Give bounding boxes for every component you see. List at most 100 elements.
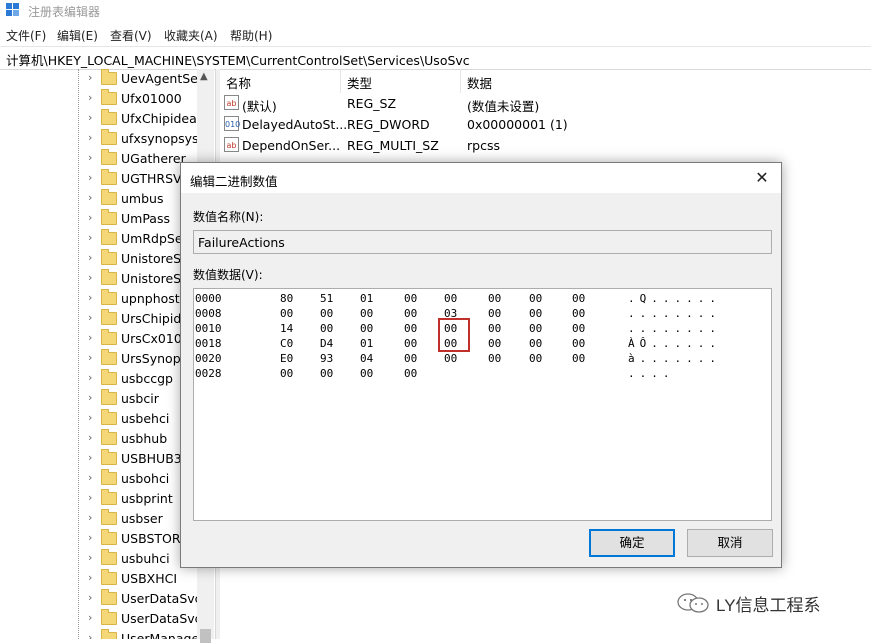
hex-ascii[interactable]: à....... [628,352,721,365]
hex-byte[interactable]: E0 [280,352,293,365]
address-bar[interactable]: 计算机\HKEY_LOCAL_MACHINE\SYSTEM\CurrentCon… [0,46,871,70]
hex-ascii[interactable]: .Q...... [628,292,721,305]
hex-editor[interactable]: 0000 80 51 01 00 00 00 00 00 .Q...... 0008 00 00 00 00… [193,288,772,521]
expand-arrow-icon[interactable]: › [88,391,92,404]
hex-byte[interactable]: 00 [444,292,457,305]
expand-arrow-icon[interactable]: › [88,351,92,364]
value-row[interactable]: ab DependOnSer... REG_MULTI_SZ rpcss [220,135,871,156]
expand-arrow-icon[interactable]: › [88,111,92,124]
hex-row[interactable]: 0000 80 51 01 00 00 00 00 00 .Q...... [194,292,771,307]
hex-byte[interactable]: 00 [529,352,542,365]
hex-byte[interactable]: 00 [280,367,293,380]
tree-item[interactable]: › UserManage [0,629,214,639]
hex-byte[interactable]: 01 [360,292,373,305]
expand-arrow-icon[interactable]: › [88,631,92,639]
expand-arrow-icon[interactable]: › [88,71,92,84]
expand-arrow-icon[interactable]: › [88,551,92,564]
hex-row[interactable]: 0010 14 00 00 00 00 00 00 00........ [194,322,771,337]
expand-arrow-icon[interactable]: › [88,131,92,144]
hex-byte[interactable]: C0 [280,337,293,350]
hex-byte[interactable]: 01 [360,337,373,350]
expand-arrow-icon[interactable]: › [88,571,92,584]
expand-arrow-icon[interactable]: › [88,371,92,384]
column-header-data[interactable]: 数据 [461,69,761,93]
value-row[interactable]: ab (默认) REG_SZ (数值未设置) [220,93,871,114]
expand-arrow-icon[interactable]: › [88,231,92,244]
menu-file[interactable]: 文件(F) [6,27,46,44]
hex-ascii[interactable]: .... [628,367,675,380]
hex-byte[interactable]: 00 [488,337,501,350]
hex-byte[interactable]: 00 [404,292,417,305]
expand-arrow-icon[interactable]: › [88,411,92,424]
hex-byte[interactable]: 93 [320,352,333,365]
hex-byte[interactable]: 00 [404,367,417,380]
hex-byte[interactable]: 00 [404,307,417,320]
expand-arrow-icon[interactable]: › [88,91,92,104]
hex-byte[interactable]: 00 [320,307,333,320]
menu-view[interactable]: 查看(V) [110,27,152,44]
hex-byte[interactable]: 00 [572,337,585,350]
tree-item[interactable]: › Ufx01000 [0,89,214,109]
expand-arrow-icon[interactable]: › [88,331,92,344]
value-row[interactable]: 010 DelayedAutoSt... REG_DWORD 0x00000001 (… [220,114,871,135]
tree-item[interactable]: › UevAgentSer [0,69,214,89]
hex-byte[interactable]: 00 [572,322,585,335]
cancel-button[interactable]: 取消 [687,529,773,557]
hex-ascii[interactable]: ........ [628,322,721,335]
scroll-up-icon[interactable]: ▲ [200,71,208,82]
hex-row[interactable]: 0020 E0 93 04 00 00 00 00 00 à....... [194,352,771,367]
column-header-name[interactable]: 名称 [220,69,341,93]
hex-byte[interactable]: 00 [488,292,501,305]
hex-ascii[interactable]: ÀÔ...... [628,337,721,350]
hex-byte[interactable]: 00 [529,292,542,305]
expand-arrow-icon[interactable]: › [88,431,92,444]
hex-row[interactable]: 0028 00 00 00 00.... [194,367,771,382]
hex-byte[interactable]: 00 [320,367,333,380]
hex-byte[interactable]: 04 [360,352,373,365]
hex-byte[interactable]: D4 [320,337,333,350]
expand-arrow-icon[interactable]: › [88,251,92,264]
expand-arrow-icon[interactable]: › [88,531,92,544]
hex-byte[interactable]: 00 [572,352,585,365]
hex-byte[interactable]: 00 [280,307,293,320]
tree-item[interactable]: › UserDataSvc [0,589,214,609]
hex-byte[interactable]: 00 [404,322,417,335]
hex-byte[interactable]: 00 [360,307,373,320]
expand-arrow-icon[interactable]: › [88,211,92,224]
menu-help[interactable]: 帮助(H) [230,27,272,44]
expand-arrow-icon[interactable]: › [88,491,92,504]
hex-byte[interactable]: 00 [529,307,542,320]
hex-byte[interactable]: 00 [320,322,333,335]
close-icon[interactable]: ✕ [751,167,773,189]
hex-byte[interactable]: 00 [444,352,457,365]
expand-arrow-icon[interactable]: › [88,271,92,284]
hex-ascii[interactable]: ........ [628,307,721,320]
expand-arrow-icon[interactable]: › [88,171,92,184]
expand-arrow-icon[interactable]: › [88,311,92,324]
hex-byte[interactable]: 80 [280,292,293,305]
tree-item[interactable]: › ufxsynopsys [0,129,214,149]
expand-arrow-icon[interactable]: › [88,191,92,204]
expand-arrow-icon[interactable]: › [88,451,92,464]
scroll-thumb[interactable] [200,629,211,643]
hex-row[interactable]: 0008 00 00 00 00 03 00 00 00........ [194,307,771,322]
tree-item[interactable]: › USBXHCI [0,569,214,589]
hex-byte[interactable]: 00 [404,352,417,365]
hex-byte[interactable]: 00 [488,322,501,335]
tree-item[interactable]: › UfxChipidea [0,109,214,129]
hex-byte[interactable]: 00 [572,292,585,305]
hex-byte[interactable]: 00 [360,367,373,380]
hex-byte[interactable]: 00 [572,307,585,320]
ok-button[interactable]: 确定 [589,529,675,557]
menu-favorites[interactable]: 收藏夹(A) [164,27,218,44]
hex-byte[interactable]: 14 [280,322,293,335]
column-header-type[interactable]: 类型 [341,69,461,93]
hex-byte[interactable]: 00 [529,337,542,350]
hex-row[interactable]: 0018 C0 D4 01 00 00 00 00 00 ÀÔ...... [194,337,771,352]
expand-arrow-icon[interactable]: › [88,591,92,604]
tree-item[interactable]: › UserDataSvc [0,609,214,629]
expand-arrow-icon[interactable]: › [88,471,92,484]
hex-byte[interactable]: 00 [529,322,542,335]
expand-arrow-icon[interactable]: › [88,511,92,524]
hex-byte[interactable]: 00 [488,307,501,320]
